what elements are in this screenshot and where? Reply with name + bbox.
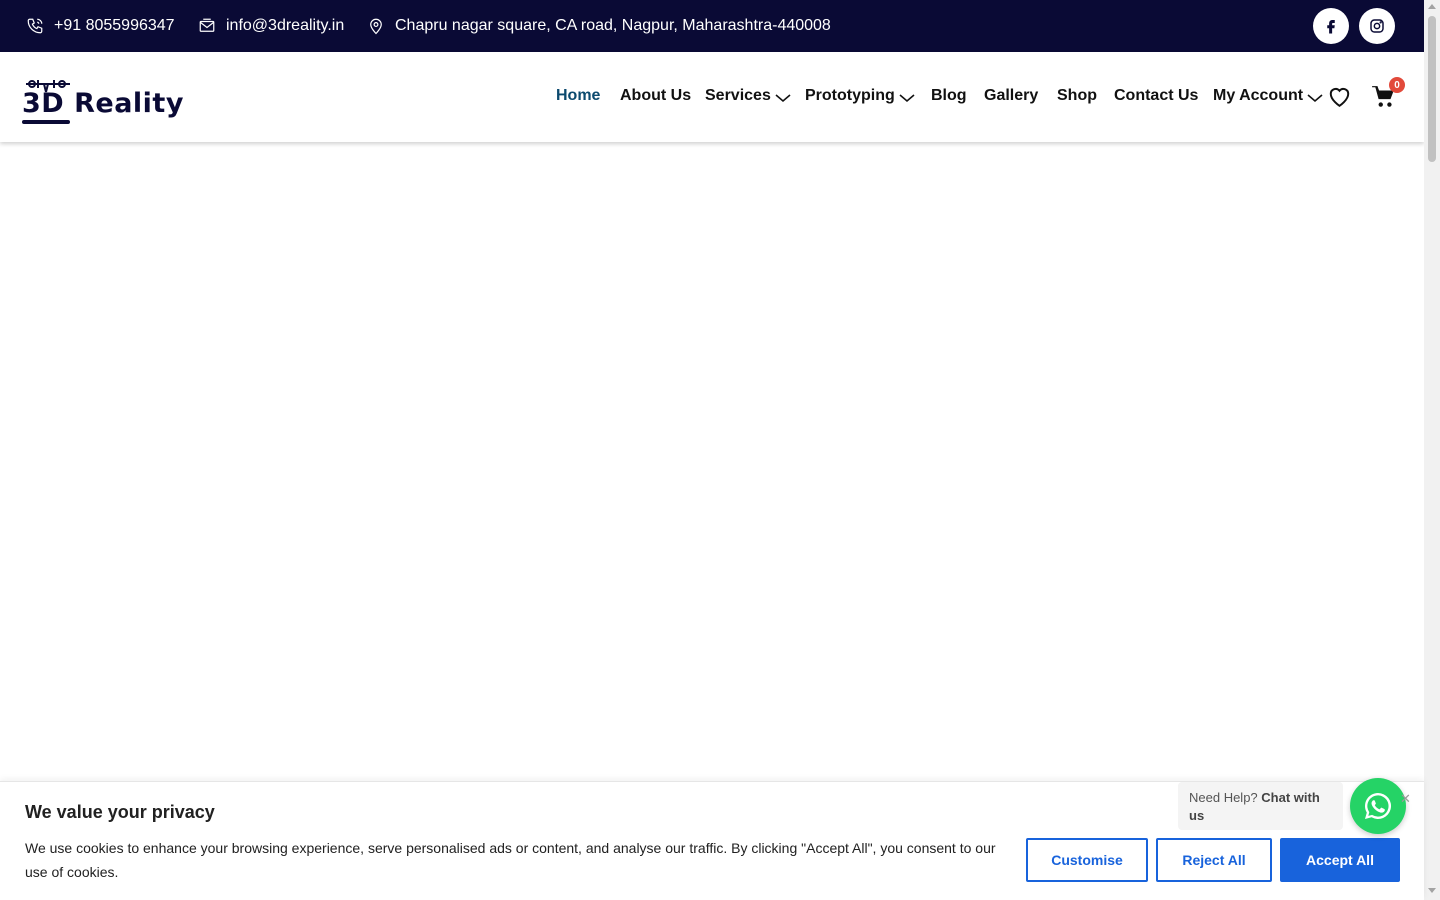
nav-shop-label: Shop bbox=[1057, 87, 1097, 104]
logo-underline-icon bbox=[22, 120, 70, 124]
address-contact: Chapru nagar square, CA road, Nagpur, Ma… bbox=[367, 0, 831, 52]
address-text: Chapru nagar square, CA road, Nagpur, Ma… bbox=[395, 17, 831, 34]
nav-services-label: Services bbox=[705, 87, 771, 104]
customise-button[interactable]: Customise bbox=[1026, 838, 1148, 882]
nav-home[interactable]: Home bbox=[556, 87, 600, 105]
cart-count-badge: 0 bbox=[1389, 77, 1405, 93]
email-address: info@3dreality.in bbox=[226, 17, 345, 34]
email-contact[interactable]: info@3dreality.in bbox=[198, 0, 344, 52]
reject-all-button[interactable]: Reject All bbox=[1156, 838, 1272, 882]
scroll-down-arrow-icon[interactable] bbox=[1428, 888, 1436, 893]
nav-prototyping-label: Prototyping bbox=[805, 87, 895, 104]
whatsapp-icon bbox=[1365, 793, 1392, 819]
instagram-link[interactable] bbox=[1359, 8, 1395, 44]
whatsapp-help-bubble[interactable]: Need Help? Chat with us bbox=[1178, 782, 1343, 830]
instagram-icon bbox=[1370, 19, 1384, 33]
chevron-down-icon bbox=[899, 93, 915, 102]
whatsapp-chat-button[interactable] bbox=[1350, 778, 1406, 834]
facebook-icon bbox=[1327, 20, 1335, 34]
wishlist-heart-icon[interactable] bbox=[1326, 84, 1353, 108]
nav-about-us[interactable]: About Us bbox=[620, 87, 691, 105]
close-icon[interactable]: ✕ bbox=[1400, 791, 1411, 807]
nav-services[interactable]: Services bbox=[705, 87, 791, 105]
accept-all-button[interactable]: Accept All bbox=[1280, 838, 1400, 882]
page-scrollbar[interactable] bbox=[1424, 0, 1440, 900]
nav-account-label: My Account bbox=[1213, 87, 1304, 104]
phone-icon bbox=[27, 18, 43, 34]
nav-gallery[interactable]: Gallery bbox=[984, 87, 1038, 105]
cookie-title: We value your privacy bbox=[25, 802, 215, 822]
mail-icon bbox=[199, 18, 215, 32]
nav-contact-us[interactable]: Contact Us bbox=[1114, 87, 1198, 105]
chevron-down-icon bbox=[1307, 93, 1323, 102]
whatsapp-help-prefix: Need Help? bbox=[1189, 790, 1262, 805]
chevron-down-icon bbox=[775, 93, 791, 102]
phone-number: +91 8055996347 bbox=[54, 17, 175, 34]
nav-gallery-label: Gallery bbox=[984, 87, 1039, 104]
scrollbar-thumb[interactable] bbox=[1428, 16, 1436, 162]
nav-my-account[interactable]: My Account bbox=[1213, 87, 1323, 105]
site-logo[interactable]: 3D Reality bbox=[22, 76, 183, 128]
nav-blog-label: Blog bbox=[931, 87, 967, 104]
nav-home-label: Home bbox=[556, 87, 601, 104]
scroll-up-arrow-icon[interactable] bbox=[1428, 4, 1436, 9]
cookie-description: We use cookies to enhance your browsing … bbox=[25, 840, 996, 880]
logo-text: 3D Reality bbox=[22, 88, 184, 119]
location-icon bbox=[370, 18, 382, 35]
top-contact-bar: +91 8055996347 info@3dreality.in Chapru … bbox=[0, 0, 1424, 52]
nav-blog[interactable]: Blog bbox=[931, 87, 967, 105]
nav-about-label: About Us bbox=[620, 87, 692, 104]
nav-prototyping[interactable]: Prototyping bbox=[805, 87, 915, 105]
site-header: 3D Reality Home About Us Services Protot… bbox=[0, 52, 1424, 142]
nav-shop[interactable]: Shop bbox=[1057, 87, 1097, 105]
phone-contact[interactable]: +91 8055996347 bbox=[26, 0, 175, 52]
nav-contact-label: Contact Us bbox=[1114, 87, 1199, 104]
facebook-link[interactable] bbox=[1313, 8, 1349, 44]
